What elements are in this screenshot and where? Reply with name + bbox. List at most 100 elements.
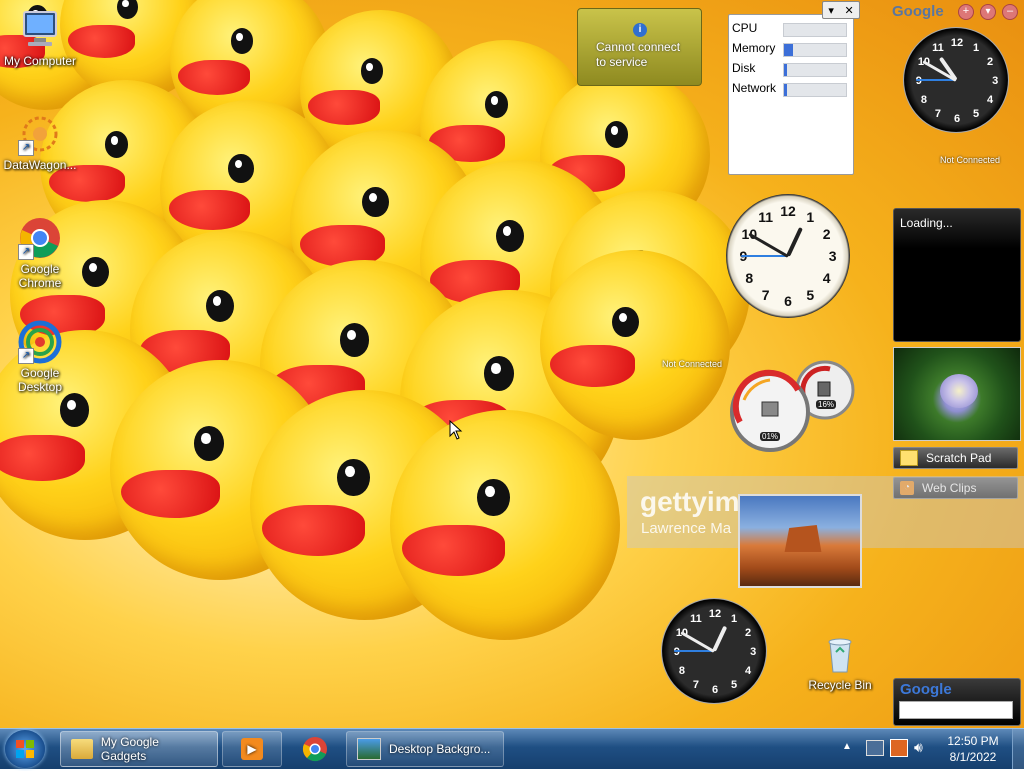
system-meter-gadget[interactable]: CPU Memory Disk Network: [728, 14, 854, 175]
google-search-input[interactable]: [899, 701, 1013, 719]
clock-number: 7: [692, 679, 699, 692]
taskbar-item-chrome[interactable]: [286, 731, 344, 767]
desktop-icon-google-desktop[interactable]: ↗ Google Desktop: [1, 320, 79, 394]
taskbar-clock[interactable]: 12:50 PM 8/1/2022: [938, 733, 1008, 765]
meter-row-label: Network: [732, 81, 777, 95]
duck-eye: [496, 220, 524, 252]
shortcut-arrow-icon: ↗: [18, 244, 34, 260]
desktop-icon-label: My Computer: [3, 54, 77, 68]
news-loading-text: Loading...: [900, 216, 953, 230]
meter-row-label: CPU: [732, 21, 758, 35]
start-button[interactable]: [5, 730, 45, 768]
desktop-icon-datawagon[interactable]: ↗ DataWagon...: [1, 112, 79, 172]
clock-top-gadget[interactable]: 121234567891011: [903, 27, 1009, 133]
clock-number: 2: [986, 55, 994, 68]
taskbar-date: 8/1/2022: [949, 750, 997, 764]
minus-icon[interactable]: –: [1002, 4, 1018, 20]
cpu-meter-gadget[interactable]: 01% 16%: [730, 360, 855, 452]
mesa-image: [784, 525, 822, 552]
weather-gadget[interactable]: i Cannot connect to service: [577, 8, 702, 86]
duck-beak: [178, 60, 250, 96]
clock-number: 7: [934, 108, 941, 121]
plus-icon[interactable]: +: [958, 4, 974, 20]
desktop-icon-label: Google Chrome: [18, 262, 62, 290]
desktop-icon-google-chrome[interactable]: ↗ Google Chrome: [1, 216, 79, 290]
clock-number: 12: [708, 607, 722, 620]
desktop-icon-my-computer[interactable]: My Computer: [1, 8, 79, 68]
scratch-pad-button[interactable]: Scratch Pad: [893, 447, 1018, 469]
action-center-flag-icon[interactable]: [890, 739, 908, 757]
clock-number: 3: [828, 248, 837, 264]
show-desktop-button[interactable]: [1012, 729, 1024, 769]
photo-gadget-flower[interactable]: [893, 347, 1021, 441]
duck-eye: [339, 323, 370, 357]
duck-eye: [82, 257, 109, 288]
duck-eye: [117, 0, 138, 19]
duck-image: [390, 410, 620, 640]
info-icon: i: [633, 23, 647, 37]
chevron-down-icon[interactable]: ▾: [828, 4, 834, 17]
clock-number: 4: [744, 665, 752, 678]
windows-logo-icon: [16, 740, 34, 758]
photo-gadget-desert[interactable]: [738, 494, 862, 588]
duck-eye: [612, 307, 639, 338]
clock-number: 5: [731, 679, 738, 692]
clock-number: 5: [806, 286, 815, 303]
clock-number: 8: [745, 270, 754, 287]
clock-number: 11: [932, 41, 944, 54]
duck-eye: [59, 393, 90, 427]
flower-image: [940, 374, 978, 408]
clock-number: 8: [678, 665, 685, 678]
duck-eye: [337, 459, 370, 496]
google-sidebar-header: Google + ▾ –: [892, 3, 1022, 21]
clock-number: 2: [744, 626, 752, 639]
clock-number: 5: [973, 108, 980, 121]
duck-beak: [401, 525, 505, 576]
clock-number: 1: [731, 612, 738, 625]
clock-number: 1: [806, 209, 815, 226]
meter-bar: [783, 23, 847, 37]
taskbar-item-desktop-background[interactable]: Desktop Backgro...: [346, 731, 504, 767]
scratch-pad-label: Scratch Pad: [926, 451, 992, 465]
chevron-down-icon[interactable]: ▾: [980, 4, 996, 20]
clock-number: 12: [950, 36, 964, 49]
clock-bottom-gadget[interactable]: 121234567891011: [661, 598, 767, 704]
volume-icon[interactable]: 🔊︎: [914, 739, 923, 756]
network-icon[interactable]: [866, 740, 884, 756]
duck-beak: [121, 470, 220, 519]
hour-hand: [786, 227, 803, 257]
taskbar: My Google Gadgets ▶ Desktop Backgro... ▲…: [0, 728, 1024, 769]
clock-number: 4: [822, 270, 831, 287]
close-icon[interactable]: ✕: [844, 4, 853, 17]
taskbar-item-my-google-gadgets[interactable]: My Google Gadgets: [60, 731, 218, 767]
computer-icon: [18, 8, 62, 52]
shortcut-arrow-icon: ↗: [18, 140, 34, 156]
duck-beak: [0, 435, 85, 482]
clock-top-status: Not Connected: [940, 155, 1001, 165]
news-gadget[interactable]: Loading...: [893, 208, 1021, 342]
google-desktop-icon: ↗: [18, 320, 62, 364]
clock-number: 11: [758, 209, 774, 226]
show-hidden-icons-icon[interactable]: ▲: [842, 741, 852, 752]
duck-eye: [362, 187, 389, 218]
desktop-icon-label: DataWagon...: [3, 158, 77, 172]
desktop-icon-recycle-bin[interactable]: Recycle Bin: [801, 632, 879, 692]
taskbar-item-label: Desktop Backgro...: [389, 742, 491, 756]
meter-bar-fill: [784, 64, 787, 76]
hour-hand: [712, 626, 728, 652]
desktop[interactable]: My Computer ↗ DataWagon... ↗ Google Chro…: [0, 0, 1024, 728]
watermark-photographer: Lawrence Ma: [641, 520, 732, 537]
taskbar-item-media-player[interactable]: ▶: [222, 731, 282, 767]
duck-eye: [484, 91, 509, 119]
media-player-icon: ▶: [241, 738, 263, 760]
clock-mid-gadget[interactable]: 121234567891011: [726, 194, 850, 318]
meter-row-label: Memory: [732, 41, 776, 55]
clock-number: 3: [992, 75, 999, 87]
clock-number: 1: [973, 41, 980, 54]
duck-eye: [104, 131, 129, 159]
desktop-background-icon: [357, 738, 381, 760]
memory-gauge-label: 16%: [816, 400, 837, 409]
duck-eye: [604, 121, 629, 149]
duck-beak: [169, 190, 250, 230]
chrome-icon: [302, 737, 327, 762]
